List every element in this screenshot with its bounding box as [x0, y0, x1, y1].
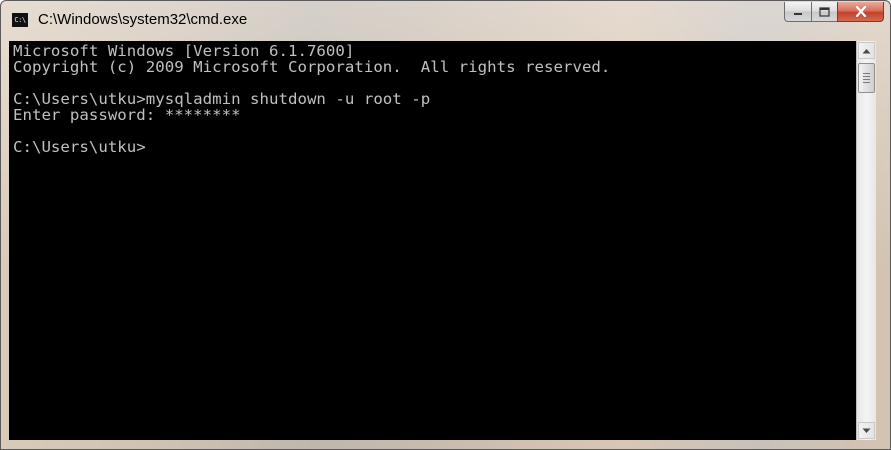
- close-button[interactable]: [837, 2, 884, 22]
- console-line: Copyright (c) 2009 Microsoft Corporation…: [13, 58, 611, 76]
- title-bar[interactable]: C:\ C:\Windows\system32\cmd.exe: [1, 1, 890, 41]
- grip-icon: [863, 71, 870, 85]
- window-title: C:\Windows\system32\cmd.exe: [38, 11, 248, 28]
- maximize-icon: [819, 6, 830, 17]
- maximize-button[interactable]: [811, 2, 837, 22]
- minimize-button[interactable]: [784, 2, 811, 22]
- arrow-down-icon: [862, 428, 871, 433]
- minimize-icon: [794, 12, 802, 15]
- cmd-icon[interactable]: C:\: [11, 12, 29, 28]
- caption-buttons: [784, 2, 884, 22]
- console-line: Enter password: ********: [13, 106, 241, 124]
- console-line: Microsoft Windows [Version 6.1.7600]: [13, 42, 355, 60]
- vertical-scrollbar[interactable]: [856, 41, 876, 440]
- scroll-down-button[interactable]: [858, 422, 875, 439]
- cmd-window: C:\ C:\Windows\system32\cmd.exe Microsof…: [0, 0, 891, 450]
- console-line: C:\Users\utku>mysqladmin shutdown -u roo…: [13, 90, 431, 108]
- scroll-thumb[interactable]: [858, 63, 875, 93]
- window-bottom-border: [9, 440, 876, 450]
- console-output[interactable]: Microsoft Windows [Version 6.1.7600] Cop…: [9, 41, 856, 440]
- scroll-up-button[interactable]: [858, 42, 875, 59]
- close-icon: [855, 6, 866, 17]
- arrow-up-icon: [862, 48, 871, 53]
- console-prompt: C:\Users\utku>: [13, 138, 146, 156]
